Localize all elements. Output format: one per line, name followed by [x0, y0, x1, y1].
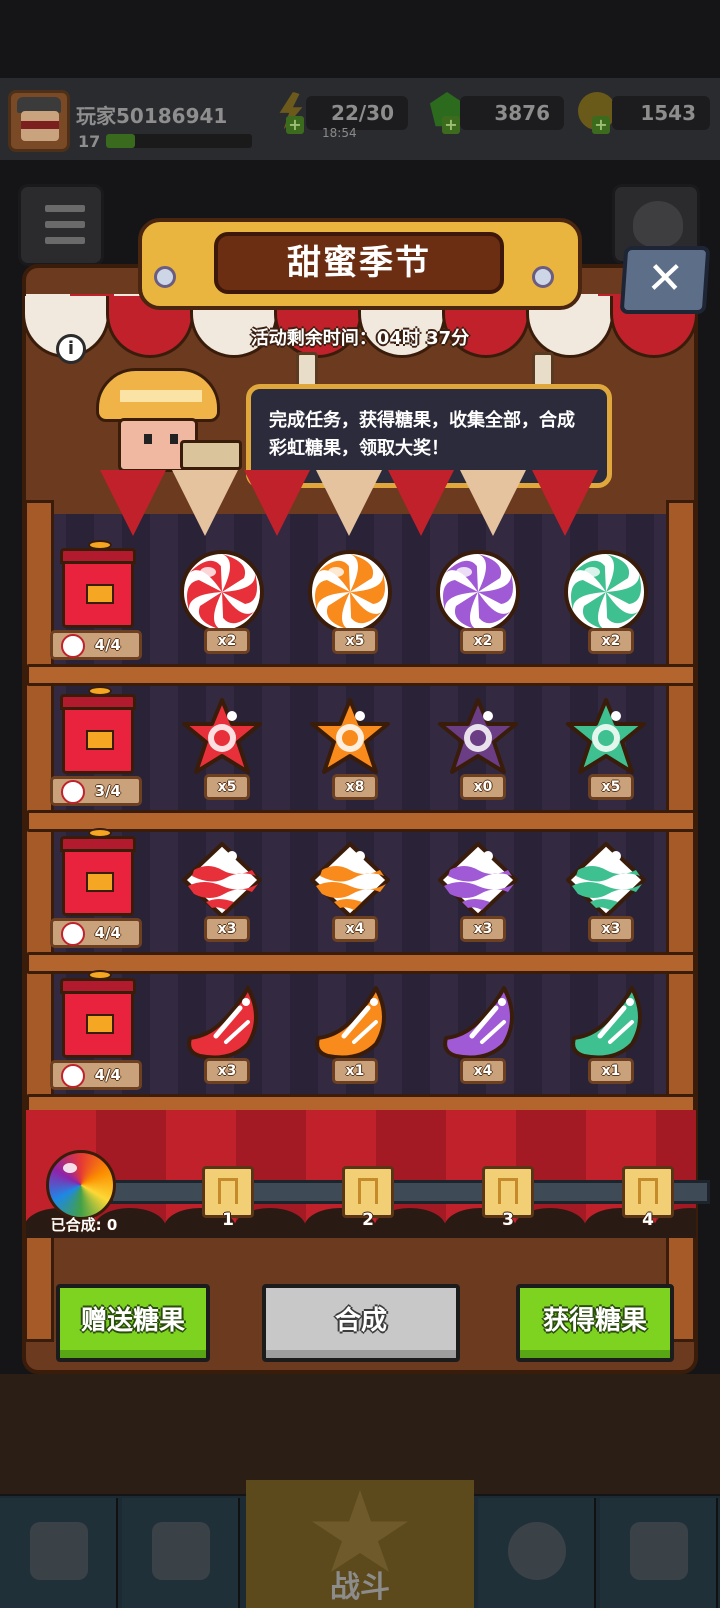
bunting-flag	[388, 470, 454, 536]
reward-chest[interactable]	[60, 970, 138, 1058]
obtain-candy-button[interactable]: 获得糖果	[516, 1284, 674, 1362]
candy-drop-icon[interactable]	[434, 978, 522, 1066]
candy-quantity: x5	[204, 774, 250, 800]
candy-quantity: x3	[204, 1058, 250, 1084]
scroll-icon	[630, 1522, 688, 1580]
reward-chest[interactable]	[60, 686, 138, 774]
energy-counter: 22/30	[306, 96, 408, 130]
nav-battle-label: 战斗	[330, 1570, 390, 1605]
candy-swirl-icon[interactable]	[562, 548, 650, 636]
candy-type-icon	[61, 1064, 85, 1088]
event-title: 甜蜜季节	[214, 232, 504, 294]
milestone-label: 3	[502, 1210, 514, 1230]
candy-quantity: x3	[588, 916, 634, 942]
candy-wave-icon[interactable]	[178, 836, 266, 924]
candy-quantity: x3	[204, 916, 250, 942]
candy-type-icon	[61, 780, 85, 804]
candy-quantity: x2	[204, 628, 250, 654]
candy-quantity: x8	[332, 774, 378, 800]
milestone-label: 4	[642, 1210, 654, 1230]
orb-icon	[508, 1522, 566, 1580]
candy-drop-icon[interactable]	[306, 978, 394, 1066]
gift-candy-button[interactable]: 赠送糖果	[56, 1284, 210, 1362]
player-avatar[interactable]	[8, 90, 70, 152]
bunting	[100, 470, 620, 542]
collection-progress: 4/4	[50, 918, 142, 948]
close-button[interactable]: ✕	[619, 246, 711, 314]
candy-quantity: x4	[460, 1058, 506, 1084]
candy-quantity: x3	[460, 916, 506, 942]
shelf-board	[26, 952, 696, 974]
bunting-flag	[244, 470, 310, 536]
collection-progress: 4/4	[50, 1060, 142, 1090]
candy-drop-icon[interactable]	[562, 978, 650, 1066]
milestone-label: 2	[362, 1210, 374, 1230]
candy-quantity: x5	[332, 628, 378, 654]
candy-star-icon[interactable]	[434, 694, 522, 782]
bunting-flag	[460, 470, 526, 536]
xp-bar	[106, 134, 252, 148]
candy-swirl-icon[interactable]	[178, 548, 266, 636]
bunting-flag	[172, 470, 238, 536]
candy-quantity: x4	[332, 916, 378, 942]
reward-chest[interactable]	[60, 828, 138, 916]
event-timer: 活动剩余时间：04时 37分	[250, 328, 470, 349]
bunting-flag	[100, 470, 166, 536]
nav-events-tab[interactable]	[600, 1498, 718, 1608]
merge-progress-track	[110, 1180, 710, 1204]
nav-shop-tab[interactable]	[0, 1498, 118, 1608]
add-gems-button[interactable]: +	[442, 116, 460, 134]
lower-background	[0, 1374, 720, 1494]
candy-star-icon[interactable]	[178, 694, 266, 782]
candy-quantity: x0	[460, 774, 506, 800]
nav-skills-tab[interactable]	[478, 1498, 596, 1608]
candy-quantity: x1	[332, 1058, 378, 1084]
collection-progress-value: 3/4	[94, 782, 121, 800]
collection-progress: 3/4	[50, 776, 142, 806]
rainbow-candy-icon[interactable]	[46, 1150, 116, 1220]
candy-wave-icon[interactable]	[434, 836, 522, 924]
info-button[interactable]: i	[56, 334, 86, 364]
player-name: 玩家50186941	[76, 104, 228, 128]
collection-progress-value: 4/4	[94, 924, 121, 942]
candy-quantity: x2	[460, 628, 506, 654]
bunting-flag	[532, 470, 598, 536]
player-level: 17	[78, 132, 101, 151]
candy-quantity: x2	[588, 628, 634, 654]
candy-type-icon	[61, 634, 85, 658]
reward-chest[interactable]	[60, 540, 138, 628]
collection-progress: 4/4	[50, 630, 142, 660]
bunting-flag	[316, 470, 382, 536]
add-coins-button[interactable]: +	[592, 116, 610, 134]
candy-quantity: x1	[588, 1058, 634, 1084]
gems-counter: 3876	[460, 96, 564, 130]
menu-button[interactable]	[18, 184, 104, 266]
shield-icon	[152, 1522, 210, 1580]
candy-drop-icon[interactable]	[178, 978, 266, 1066]
candy-swirl-icon[interactable]	[434, 548, 522, 636]
candy-quantity: x5	[588, 774, 634, 800]
collection-progress-value: 4/4	[94, 636, 121, 654]
event-title-plate: 甜蜜季节	[138, 218, 582, 310]
milestone-label: 1	[222, 1210, 234, 1230]
merged-count: 已合成: 0	[50, 1216, 118, 1234]
nav-equipment-tab[interactable]	[122, 1498, 240, 1608]
candy-swirl-icon[interactable]	[306, 548, 394, 636]
shelf-board	[26, 664, 696, 686]
candy-wave-icon[interactable]	[306, 836, 394, 924]
candy-star-icon[interactable]	[306, 694, 394, 782]
candy-wave-icon[interactable]	[562, 836, 650, 924]
coins-counter: 1543	[612, 96, 710, 130]
add-energy-button[interactable]: +	[286, 116, 304, 134]
shelf-board	[26, 810, 696, 832]
energy-timer: 18:54	[322, 126, 357, 140]
shop-icon	[30, 1522, 88, 1580]
candy-type-icon	[61, 922, 85, 946]
merge-button[interactable]: 合成	[262, 1284, 460, 1362]
candy-star-icon[interactable]	[562, 694, 650, 782]
collection-progress-value: 4/4	[94, 1066, 121, 1084]
